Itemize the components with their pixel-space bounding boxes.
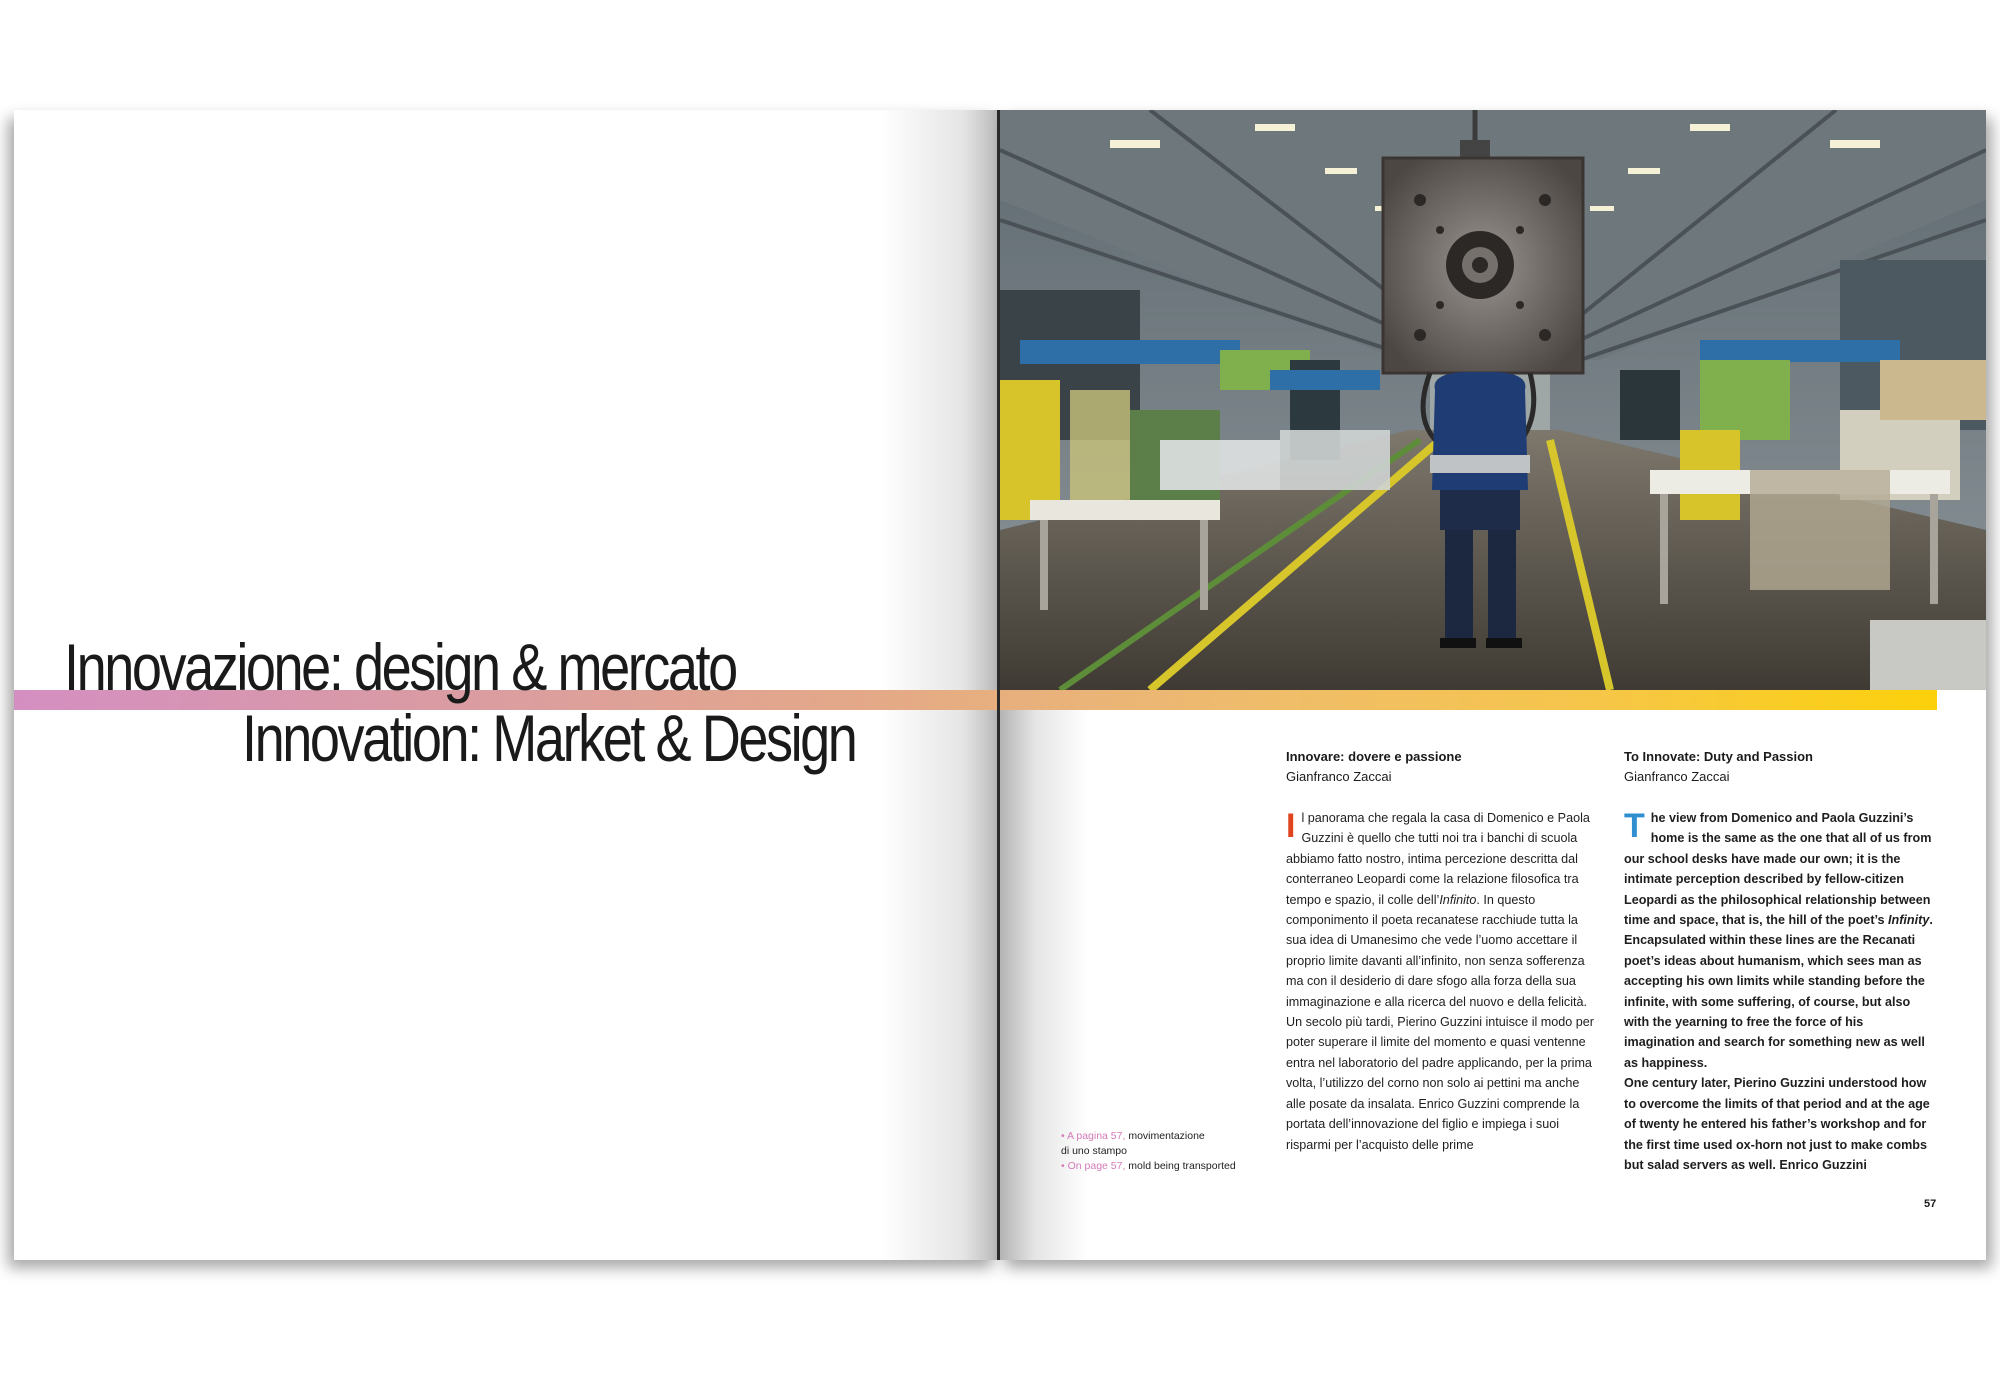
article-author-it: Gianfranco Zaccai (1286, 769, 1392, 784)
dropcap-it: I (1286, 807, 1296, 845)
body-en-start: he view from Domenico and Paola Guzzini’… (1624, 811, 1932, 928)
article-heading-it: Innovare: dovere e passione (1286, 749, 1462, 764)
body-it-start: l panorama che regala la casa di Domenic… (1286, 811, 1590, 907)
page-number: 57 (1924, 1198, 1937, 1210)
body-en-italic: Infinity (1888, 913, 1930, 928)
dropcap-en: T (1624, 807, 1645, 845)
article-author-en: Gianfranco Zaccai (1624, 769, 1730, 784)
article-body-en: The view from Domenico and Paola Guzzini… (1624, 808, 1936, 1175)
caption-en-marker: • On page 57, (1061, 1160, 1126, 1172)
caption-en-text: mold being transported (1125, 1160, 1236, 1172)
body-en-rest: . Encapsulated within these lines are th… (1624, 913, 1933, 1070)
caption-it-text-2: di uno stampo (1061, 1145, 1127, 1157)
factory-photo (1000, 110, 1986, 690)
article-heading-en: To Innovate: Duty and Passion (1624, 749, 1814, 764)
title-italian: Innovazione: design & mercato (64, 630, 738, 704)
caption-it-text-1: movimentazione (1125, 1130, 1205, 1142)
title-english: Innovation: Market & Design (242, 701, 858, 775)
left-gutter-shadow (879, 110, 999, 1260)
book-spine (997, 110, 1000, 1260)
body-it-italic: Infinito (1439, 892, 1477, 907)
photo-caption: • A pagina 57, movimentazione di uno sta… (1061, 1129, 1236, 1174)
article-body-it: Il panorama che regala la casa di Domeni… (1286, 808, 1598, 1155)
caption-it-marker: • A pagina 57, (1061, 1130, 1126, 1142)
factory-photo-illustration (1000, 110, 1986, 690)
body-it-paragraph-2: Un secolo più tardi, Pierino Guzzini int… (1286, 1015, 1594, 1152)
body-it-rest: . In questo componimento il poeta recana… (1286, 892, 1588, 1009)
body-en-paragraph-2: One century later, Pierino Guzzini under… (1624, 1076, 1930, 1172)
